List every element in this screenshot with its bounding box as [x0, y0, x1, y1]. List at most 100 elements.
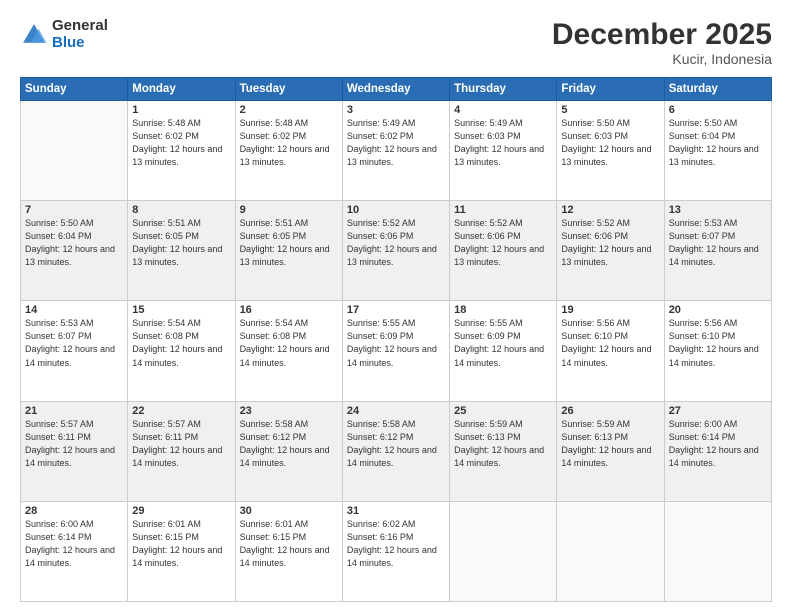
month-title: December 2025 — [552, 18, 772, 51]
weekday-header-cell: Friday — [557, 78, 664, 101]
day-info: Sunrise: 5:48 AMSunset: 6:02 PMDaylight:… — [240, 117, 338, 169]
day-info: Sunrise: 5:54 AMSunset: 6:08 PMDaylight:… — [132, 317, 230, 369]
calendar-cell: 12Sunrise: 5:52 AMSunset: 6:06 PMDayligh… — [557, 201, 664, 301]
day-info: Sunrise: 5:54 AMSunset: 6:08 PMDaylight:… — [240, 317, 338, 369]
day-info: Sunrise: 5:51 AMSunset: 6:05 PMDaylight:… — [240, 217, 338, 269]
calendar-body: 1Sunrise: 5:48 AMSunset: 6:02 PMDaylight… — [21, 101, 772, 602]
calendar-cell: 22Sunrise: 5:57 AMSunset: 6:11 PMDayligh… — [128, 401, 235, 501]
calendar-table: SundayMondayTuesdayWednesdayThursdayFrid… — [20, 77, 772, 602]
day-number: 5 — [561, 104, 659, 116]
day-info: Sunrise: 5:48 AMSunset: 6:02 PMDaylight:… — [132, 117, 230, 169]
calendar-cell: 18Sunrise: 5:55 AMSunset: 6:09 PMDayligh… — [450, 301, 557, 401]
location: Kucir, Indonesia — [552, 51, 772, 67]
page: General Blue December 2025 Kucir, Indone… — [0, 0, 792, 612]
calendar-cell — [450, 501, 557, 601]
calendar-cell: 8Sunrise: 5:51 AMSunset: 6:05 PMDaylight… — [128, 201, 235, 301]
day-info: Sunrise: 5:57 AMSunset: 6:11 PMDaylight:… — [132, 418, 230, 470]
calendar-cell: 11Sunrise: 5:52 AMSunset: 6:06 PMDayligh… — [450, 201, 557, 301]
calendar-cell: 13Sunrise: 5:53 AMSunset: 6:07 PMDayligh… — [664, 201, 771, 301]
day-info: Sunrise: 5:53 AMSunset: 6:07 PMDaylight:… — [669, 217, 767, 269]
day-info: Sunrise: 5:59 AMSunset: 6:13 PMDaylight:… — [454, 418, 552, 470]
day-number: 7 — [25, 204, 123, 216]
calendar-cell: 25Sunrise: 5:59 AMSunset: 6:13 PMDayligh… — [450, 401, 557, 501]
logo-blue-text: Blue — [52, 35, 108, 52]
day-number: 19 — [561, 304, 659, 316]
weekday-header-cell: Saturday — [664, 78, 771, 101]
weekday-header-row: SundayMondayTuesdayWednesdayThursdayFrid… — [21, 78, 772, 101]
calendar-row: 14Sunrise: 5:53 AMSunset: 6:07 PMDayligh… — [21, 301, 772, 401]
day-info: Sunrise: 5:50 AMSunset: 6:04 PMDaylight:… — [25, 217, 123, 269]
logo: General Blue — [20, 18, 108, 51]
day-number: 12 — [561, 204, 659, 216]
calendar-cell: 30Sunrise: 6:01 AMSunset: 6:15 PMDayligh… — [235, 501, 342, 601]
calendar-row: 21Sunrise: 5:57 AMSunset: 6:11 PMDayligh… — [21, 401, 772, 501]
weekday-header-cell: Thursday — [450, 78, 557, 101]
day-number: 6 — [669, 104, 767, 116]
calendar-cell: 27Sunrise: 6:00 AMSunset: 6:14 PMDayligh… — [664, 401, 771, 501]
day-number: 13 — [669, 204, 767, 216]
title-block: December 2025 Kucir, Indonesia — [552, 18, 772, 67]
calendar-cell: 15Sunrise: 5:54 AMSunset: 6:08 PMDayligh… — [128, 301, 235, 401]
day-number: 24 — [347, 405, 445, 417]
day-number: 25 — [454, 405, 552, 417]
weekday-header-cell: Tuesday — [235, 78, 342, 101]
calendar-cell — [664, 501, 771, 601]
day-info: Sunrise: 5:58 AMSunset: 6:12 PMDaylight:… — [347, 418, 445, 470]
calendar-cell: 3Sunrise: 5:49 AMSunset: 6:02 PMDaylight… — [342, 101, 449, 201]
day-info: Sunrise: 5:55 AMSunset: 6:09 PMDaylight:… — [347, 317, 445, 369]
day-number: 31 — [347, 505, 445, 517]
day-number: 14 — [25, 304, 123, 316]
day-number: 8 — [132, 204, 230, 216]
day-info: Sunrise: 6:02 AMSunset: 6:16 PMDaylight:… — [347, 518, 445, 570]
weekday-header-cell: Sunday — [21, 78, 128, 101]
day-number: 10 — [347, 204, 445, 216]
day-number: 15 — [132, 304, 230, 316]
calendar-cell: 31Sunrise: 6:02 AMSunset: 6:16 PMDayligh… — [342, 501, 449, 601]
day-info: Sunrise: 5:59 AMSunset: 6:13 PMDaylight:… — [561, 418, 659, 470]
day-number: 17 — [347, 304, 445, 316]
calendar-cell: 24Sunrise: 5:58 AMSunset: 6:12 PMDayligh… — [342, 401, 449, 501]
calendar-cell: 19Sunrise: 5:56 AMSunset: 6:10 PMDayligh… — [557, 301, 664, 401]
calendar-cell: 5Sunrise: 5:50 AMSunset: 6:03 PMDaylight… — [557, 101, 664, 201]
day-number: 29 — [132, 505, 230, 517]
day-info: Sunrise: 6:01 AMSunset: 6:15 PMDaylight:… — [132, 518, 230, 570]
day-number: 30 — [240, 505, 338, 517]
day-number: 22 — [132, 405, 230, 417]
logo-icon — [20, 21, 48, 49]
calendar-cell: 4Sunrise: 5:49 AMSunset: 6:03 PMDaylight… — [450, 101, 557, 201]
calendar-row: 28Sunrise: 6:00 AMSunset: 6:14 PMDayligh… — [21, 501, 772, 601]
day-info: Sunrise: 5:49 AMSunset: 6:02 PMDaylight:… — [347, 117, 445, 169]
calendar-cell: 16Sunrise: 5:54 AMSunset: 6:08 PMDayligh… — [235, 301, 342, 401]
day-info: Sunrise: 5:51 AMSunset: 6:05 PMDaylight:… — [132, 217, 230, 269]
day-number: 21 — [25, 405, 123, 417]
day-info: Sunrise: 5:53 AMSunset: 6:07 PMDaylight:… — [25, 317, 123, 369]
day-info: Sunrise: 5:50 AMSunset: 6:04 PMDaylight:… — [669, 117, 767, 169]
weekday-header-cell: Monday — [128, 78, 235, 101]
calendar-cell: 17Sunrise: 5:55 AMSunset: 6:09 PMDayligh… — [342, 301, 449, 401]
calendar-cell: 14Sunrise: 5:53 AMSunset: 6:07 PMDayligh… — [21, 301, 128, 401]
calendar-cell — [557, 501, 664, 601]
day-number: 26 — [561, 405, 659, 417]
day-number: 18 — [454, 304, 552, 316]
calendar-cell: 26Sunrise: 5:59 AMSunset: 6:13 PMDayligh… — [557, 401, 664, 501]
day-info: Sunrise: 6:01 AMSunset: 6:15 PMDaylight:… — [240, 518, 338, 570]
day-number: 28 — [25, 505, 123, 517]
header: General Blue December 2025 Kucir, Indone… — [20, 18, 772, 67]
day-number: 23 — [240, 405, 338, 417]
day-number: 9 — [240, 204, 338, 216]
day-info: Sunrise: 5:56 AMSunset: 6:10 PMDaylight:… — [669, 317, 767, 369]
day-info: Sunrise: 5:52 AMSunset: 6:06 PMDaylight:… — [561, 217, 659, 269]
calendar-cell: 29Sunrise: 6:01 AMSunset: 6:15 PMDayligh… — [128, 501, 235, 601]
day-info: Sunrise: 5:57 AMSunset: 6:11 PMDaylight:… — [25, 418, 123, 470]
day-number: 11 — [454, 204, 552, 216]
logo-general-text: General — [52, 18, 108, 35]
calendar-cell: 28Sunrise: 6:00 AMSunset: 6:14 PMDayligh… — [21, 501, 128, 601]
calendar-cell: 23Sunrise: 5:58 AMSunset: 6:12 PMDayligh… — [235, 401, 342, 501]
day-info: Sunrise: 5:55 AMSunset: 6:09 PMDaylight:… — [454, 317, 552, 369]
day-info: Sunrise: 5:56 AMSunset: 6:10 PMDaylight:… — [561, 317, 659, 369]
calendar-cell: 7Sunrise: 5:50 AMSunset: 6:04 PMDaylight… — [21, 201, 128, 301]
calendar-cell: 20Sunrise: 5:56 AMSunset: 6:10 PMDayligh… — [664, 301, 771, 401]
day-info: Sunrise: 5:50 AMSunset: 6:03 PMDaylight:… — [561, 117, 659, 169]
day-info: Sunrise: 5:52 AMSunset: 6:06 PMDaylight:… — [454, 217, 552, 269]
day-info: Sunrise: 6:00 AMSunset: 6:14 PMDaylight:… — [25, 518, 123, 570]
